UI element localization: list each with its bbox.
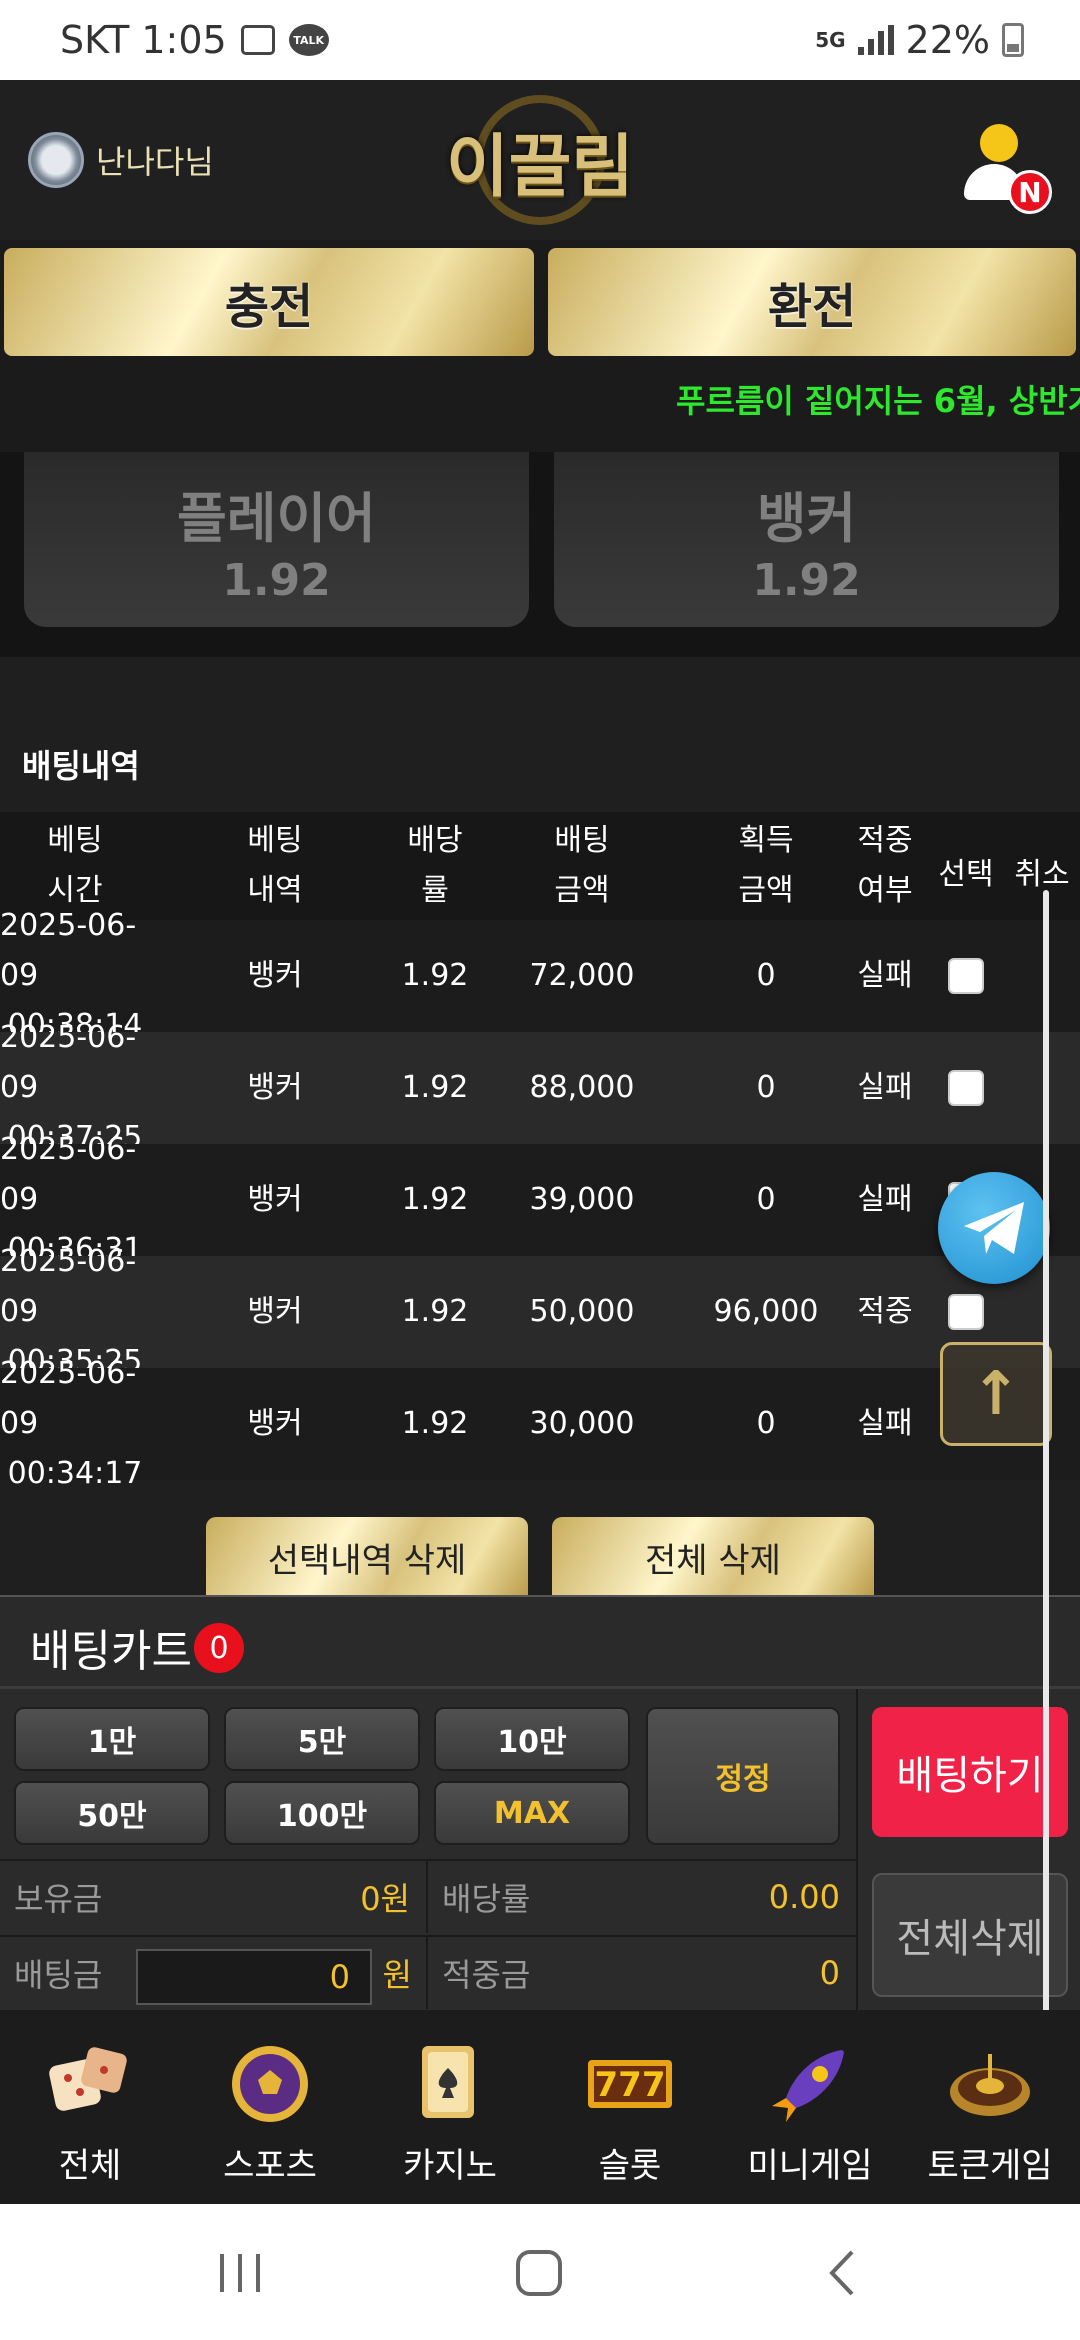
- nav-all[interactable]: 전체: [0, 2010, 180, 2204]
- amount-button-5man[interactable]: 5만: [224, 1707, 420, 1771]
- nav-slot[interactable]: 777 슬롯: [540, 2010, 720, 2204]
- bet-option-player[interactable]: 플레이어 1.92: [24, 452, 529, 627]
- battery-percent: 22%: [905, 18, 990, 62]
- bet-options: 플레이어 1.92 뱅커 1.92: [0, 452, 1080, 657]
- row-checkbox[interactable]: [948, 958, 984, 994]
- status-bar: SKT 1:05 TALK 5G 22%: [0, 0, 1080, 80]
- col-win: 획득 금액: [738, 823, 794, 908]
- ticker-text: 푸르름이 짙어지는 6월, 상반기: [676, 382, 1080, 420]
- notice-ticker[interactable]: 푸르름이 짙어지는 6월, 상반기: [0, 370, 1080, 430]
- odds-row: 배당률 0.00: [428, 1859, 856, 1933]
- reset-button[interactable]: 정정: [646, 1707, 840, 1845]
- table-row: 2025-06-09 00:36:31 뱅커 1.92 39,000 0 실패: [0, 1132, 1080, 1267]
- amount-button-10man[interactable]: 10만: [434, 1707, 630, 1771]
- dice-icon: [49, 2047, 127, 2111]
- bottom-nav: 전체 스포츠 카지노 777 슬롯 미니게임 토큰게임: [0, 2010, 1080, 2204]
- history-title: 배팅내역: [22, 747, 140, 785]
- nav-sports[interactable]: 스포츠: [180, 2010, 360, 2204]
- bet-cart: 배팅카트 0 1만 5만 10만 50만 100만 MAX 정정 배팅하기 전체…: [0, 1595, 1080, 2012]
- col-odds: 배당 률: [407, 823, 463, 908]
- bet-option-banker[interactable]: 뱅커 1.92: [554, 452, 1059, 627]
- notification-badge: N: [1008, 170, 1052, 214]
- table-header: 베팅 시간 베팅 내역 배당 률 배팅 금액 획득 금액 적중 여부 선택 취소: [0, 812, 1080, 920]
- gallery-icon: [240, 25, 275, 55]
- nav-tokengame[interactable]: 토큰게임: [900, 2010, 1080, 2204]
- carrier-time: SKT 1:05: [60, 18, 227, 62]
- delete-selected-button[interactable]: 선택내역 삭제: [206, 1517, 528, 1597]
- clear-cart-button[interactable]: 전체삭제: [872, 1873, 1068, 1997]
- nav-casino[interactable]: 카지노: [360, 2010, 540, 2204]
- system-nav-bar: [0, 2204, 1080, 2340]
- table-row: 2025-06-09 00:37:25 뱅커 1.92 88,000 0 실패: [0, 1020, 1080, 1155]
- delete-all-history-button[interactable]: 전체 삭제: [552, 1517, 874, 1597]
- signal-icon: [857, 25, 894, 55]
- exchange-button[interactable]: 환전: [548, 248, 1076, 356]
- bet-history: 배팅내역 베팅 시간 베팅 내역 배당 률 배팅 금액 획득 금액 적중 여부 선택 취소 …: [0, 657, 1080, 1597]
- rocket-icon: [772, 2050, 844, 2122]
- cart-count-badge: 0: [194, 1623, 244, 1673]
- row-checkbox[interactable]: [948, 1070, 984, 1106]
- balance-row: 보유금 0원: [0, 1859, 428, 1933]
- site-logo[interactable]: 이끌림: [440, 90, 640, 230]
- amount-button-50man[interactable]: 50만: [14, 1781, 210, 1845]
- col-result: 적중 여부: [857, 823, 913, 908]
- win-value: 0: [819, 1954, 840, 1992]
- row-checkbox[interactable]: [948, 1294, 984, 1330]
- cart-title: 배팅카트: [30, 1626, 192, 1677]
- slot-777-icon: 777: [588, 2060, 672, 2108]
- col-amount: 배팅 금액: [554, 823, 610, 908]
- amount-button-1man[interactable]: 1만: [14, 1707, 210, 1771]
- scrollbar[interactable]: [1043, 890, 1049, 2106]
- bet-amount-row: 배팅금 0 원: [0, 1935, 428, 2009]
- cart-header[interactable]: 배팅카트 0: [0, 1597, 1080, 1689]
- battery-icon: [1002, 23, 1024, 57]
- bet-amount-input[interactable]: 0: [136, 1949, 372, 2005]
- win-amount-row: 적중금 0: [428, 1935, 856, 2009]
- odds-value: 0.00: [768, 1878, 840, 1916]
- home-icon[interactable]: [512, 2248, 568, 2298]
- table-row: 2025-06-09 00:38:14 뱅커 1.92 72,000 0 실패: [0, 908, 1080, 1043]
- user-info[interactable]: 난나다님: [28, 132, 214, 188]
- amount-button-max[interactable]: MAX: [434, 1781, 630, 1845]
- username: 난나다님: [96, 143, 214, 181]
- svg-text:777: 777: [595, 2065, 666, 2105]
- rank-badge-icon: [28, 132, 84, 188]
- network-icon: 5G: [815, 28, 846, 52]
- back-icon[interactable]: [820, 2248, 870, 2298]
- app-header: 난나다님 이끌림 N: [0, 80, 1080, 240]
- place-bet-button[interactable]: 배팅하기: [872, 1707, 1068, 1837]
- telegram-icon[interactable]: [938, 1172, 1050, 1284]
- table-row: 2025-06-09 00:35:25 뱅커 1.92 50,000 96,000…: [0, 1244, 1080, 1379]
- playing-card-icon: [422, 2046, 474, 2118]
- profile-icon[interactable]: N: [954, 124, 1052, 214]
- col-cancel: 취소: [1014, 857, 1070, 892]
- roulette-icon: [950, 2054, 1030, 2116]
- col-select: 선택: [938, 857, 994, 892]
- amount-button-100man[interactable]: 100만: [224, 1781, 420, 1845]
- top-actions: 충전 환전: [0, 248, 1080, 356]
- recent-apps-icon[interactable]: [210, 2248, 270, 2298]
- balance-value: 0원: [360, 1880, 410, 1918]
- table-row: 2025-06-09 00:34:17 뱅커 1.92 30,000 0 실패: [0, 1356, 1080, 1491]
- scroll-top-icon[interactable]: ↑: [940, 1342, 1052, 1446]
- nav-minigame[interactable]: 미니게임: [720, 2010, 900, 2204]
- charge-button[interactable]: 충전: [4, 248, 534, 356]
- soccer-ball-icon: [232, 2046, 308, 2122]
- talk-icon: TALK: [288, 24, 329, 56]
- col-pick: 베팅 내역: [247, 823, 303, 908]
